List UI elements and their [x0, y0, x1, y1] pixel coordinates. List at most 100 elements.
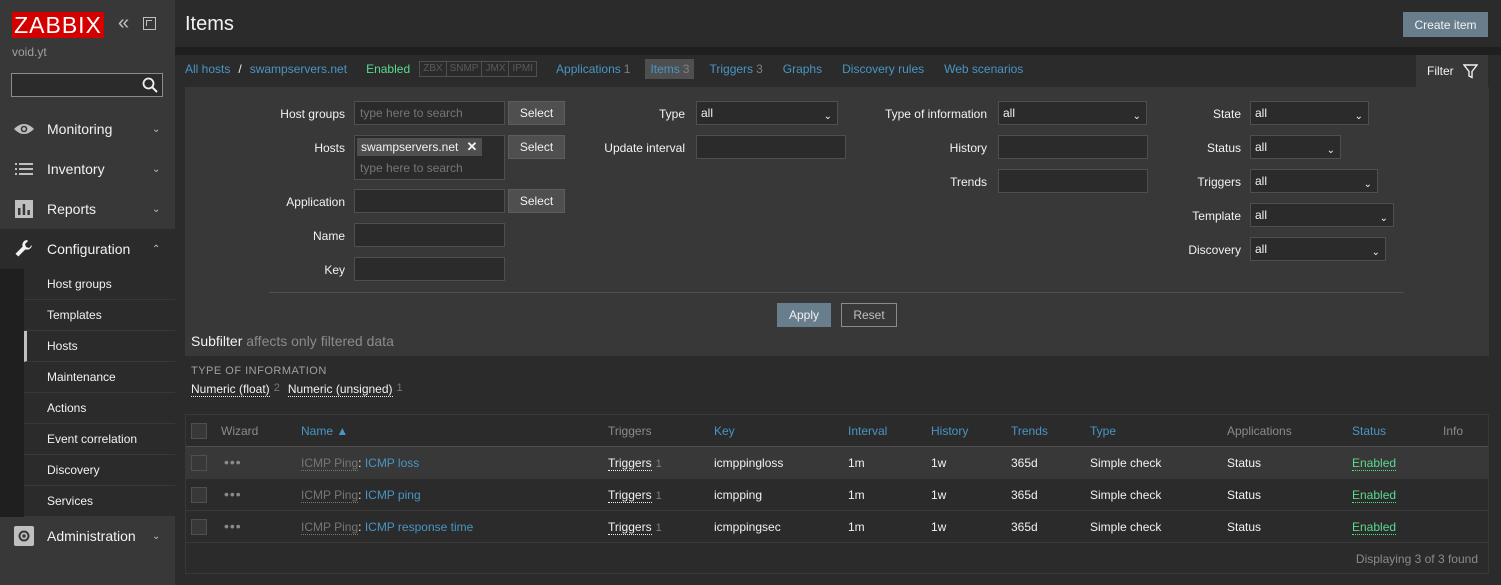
status-select[interactable]: all ⌄ — [1250, 135, 1341, 159]
chevron-down-icon: ⌄ — [152, 203, 161, 215]
jmx-badge: JMX — [482, 61, 510, 76]
item-name-link[interactable]: ICMP loss — [365, 456, 419, 470]
row-checkbox[interactable] — [191, 455, 207, 471]
chevron-down-icon: ⌄ — [152, 530, 161, 542]
type-select-value: all — [701, 106, 714, 120]
tab-discovery-rules[interactable]: Discovery rules — [842, 62, 924, 76]
status-toggle[interactable]: Enabled — [1352, 488, 1397, 503]
triggers-select-value: all — [1255, 174, 1268, 188]
type-of-information-select[interactable]: all ⌄ — [998, 101, 1147, 125]
template-select[interactable]: all ⌄ — [1250, 203, 1394, 227]
search-icon[interactable] — [142, 77, 158, 93]
host-status-badge[interactable]: Enabled — [366, 62, 410, 76]
more-options-icon[interactable]: ••• — [224, 455, 242, 469]
col-applications: Applications — [1227, 424, 1292, 438]
collapse-sidebar-icon[interactable]: « — [118, 13, 136, 33]
breadcrumb-host[interactable]: swampservers.net — [250, 62, 347, 76]
history-cell: 1w — [931, 488, 947, 502]
nav-configuration[interactable]: Configuration ⌃ — [0, 229, 175, 269]
chevron-down-icon: ⌄ — [1354, 111, 1363, 122]
subfilter-note: affects only filtered data — [246, 333, 394, 349]
reset-button[interactable]: Reset — [841, 303, 897, 327]
item-name-link[interactable]: ICMP ping — [365, 488, 421, 502]
template-link[interactable]: ICMP Ping — [301, 456, 359, 471]
status-toggle[interactable]: Enabled — [1352, 456, 1397, 471]
col-history[interactable]: History — [931, 424, 968, 438]
row-checkbox[interactable] — [191, 487, 207, 503]
kiosk-mode-icon[interactable] — [143, 17, 156, 30]
triggers-link[interactable]: Triggers — [608, 488, 652, 503]
triggers-link[interactable]: Triggers — [608, 520, 652, 535]
update-interval-input[interactable] — [696, 135, 846, 159]
submenu-maintenance[interactable]: Maintenance — [24, 362, 175, 393]
nav-monitoring[interactable]: Monitoring ⌄ — [0, 109, 175, 149]
template-link[interactable]: ICMP Ping — [301, 488, 359, 503]
breadcrumb-all-hosts[interactable]: All hosts — [185, 62, 230, 76]
hosts-multiselect[interactable]: swampservers.net ✕ type here to search — [354, 135, 505, 180]
trends-label: Trends — [950, 175, 987, 189]
discovery-select[interactable]: all ⌄ — [1250, 237, 1386, 261]
submenu-templates[interactable]: Templates — [24, 300, 175, 331]
col-interval[interactable]: Interval — [848, 424, 887, 438]
tab-graphs[interactable]: Graphs — [783, 62, 822, 76]
type-select[interactable]: all ⌄ — [696, 101, 838, 125]
host-groups-input[interactable]: type here to search — [354, 101, 505, 125]
triggers-cell: Triggers 1 — [608, 520, 662, 535]
more-options-icon[interactable]: ••• — [224, 487, 242, 501]
state-select[interactable]: all ⌄ — [1250, 101, 1369, 125]
create-item-button[interactable]: Create item — [1403, 12, 1488, 37]
col-trends[interactable]: Trends — [1011, 424, 1048, 438]
filter-tab[interactable]: Filter — [1416, 55, 1488, 87]
application-select-button[interactable]: Select — [508, 189, 565, 213]
more-options-icon[interactable]: ••• — [224, 519, 242, 533]
submenu-discovery[interactable]: Discovery — [24, 455, 175, 486]
row-checkbox[interactable] — [191, 519, 207, 535]
col-key[interactable]: Key — [714, 424, 735, 438]
apply-button[interactable]: Apply — [777, 303, 831, 327]
triggers-label: Triggers — [1197, 175, 1241, 189]
history-input[interactable] — [998, 135, 1148, 159]
ipmi-badge: IPMI — [512, 62, 534, 74]
remove-host-icon[interactable]: ✕ — [466, 138, 477, 156]
nav-reports[interactable]: Reports ⌄ — [0, 189, 175, 229]
subfilter-option-unsigned[interactable]: Numeric (unsigned) — [287, 382, 393, 397]
name-input[interactable] — [354, 223, 505, 247]
tab-web-scenarios[interactable]: Web scenarios — [944, 62, 1023, 76]
col-type[interactable]: Type — [1090, 424, 1116, 438]
item-name-link[interactable]: ICMP response time — [365, 520, 474, 534]
triggers-count: 1 — [655, 522, 662, 534]
trends-cell: 365d — [1011, 456, 1038, 470]
select-all-checkbox[interactable] — [191, 423, 207, 439]
sidebar-search-input[interactable] — [11, 73, 163, 97]
host-groups-select-button[interactable]: Select — [508, 101, 565, 125]
submenu-actions[interactable]: Actions — [24, 393, 175, 424]
trends-input[interactable] — [998, 169, 1148, 193]
template-link[interactable]: ICMP Ping — [301, 520, 359, 535]
filter-divider — [269, 292, 1404, 293]
zabbix-logo[interactable]: ZABBIX — [12, 12, 104, 38]
tab-items[interactable]: Items 3 — [645, 58, 695, 79]
key-input[interactable] — [354, 257, 505, 281]
triggers-select[interactable]: all ⌄ — [1250, 169, 1378, 193]
col-name[interactable]: Name ▲ — [301, 424, 348, 438]
col-status[interactable]: Status — [1352, 424, 1386, 438]
tab-applications[interactable]: Applications 1 — [556, 62, 630, 76]
nav-inventory[interactable]: Inventory ⌄ — [0, 149, 175, 189]
submenu-event-correlation[interactable]: Event correlation — [24, 424, 175, 455]
submenu-hosts[interactable]: Hosts — [24, 331, 175, 362]
nav-label: Configuration — [47, 241, 131, 257]
status-toggle[interactable]: Enabled — [1352, 520, 1397, 535]
submenu-services[interactable]: Services — [24, 486, 175, 517]
subfilter-option-float[interactable]: Numeric (float) — [191, 382, 270, 397]
hosts-search-placeholder[interactable]: type here to search — [360, 161, 463, 175]
col-triggers: Triggers — [608, 424, 652, 438]
hosts-select-button[interactable]: Select — [508, 135, 565, 159]
nav-administration[interactable]: Administration ⌄ — [0, 516, 175, 556]
submenu-host-groups[interactable]: Host groups — [24, 269, 175, 300]
application-input[interactable] — [354, 189, 505, 213]
logo-row: ZABBIX « — [12, 12, 172, 38]
server-name: void.yt — [12, 45, 47, 59]
triggers-link[interactable]: Triggers — [608, 456, 652, 471]
nav-label: Administration — [47, 528, 136, 544]
tab-triggers[interactable]: Triggers 3 — [709, 62, 762, 76]
